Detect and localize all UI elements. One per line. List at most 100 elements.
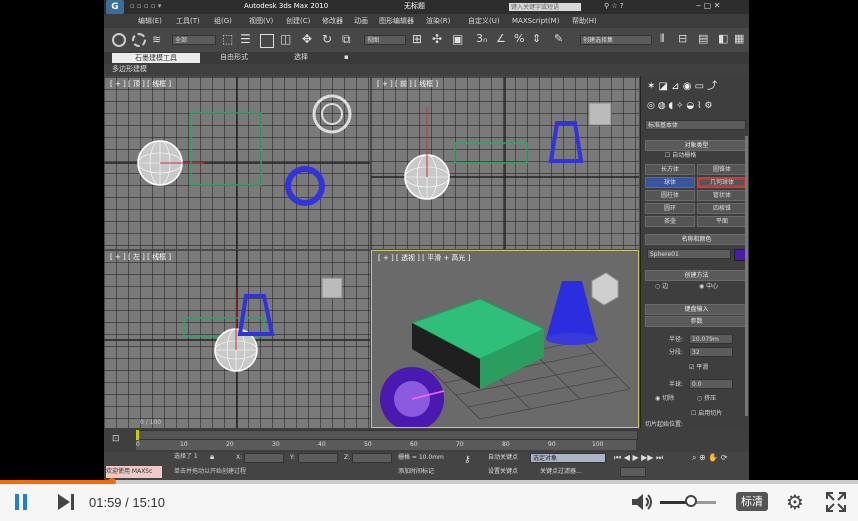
menu-item[interactable]: 修改器 xyxy=(322,18,343,25)
segments-field[interactable]: 32 xyxy=(689,347,733,357)
rect-selection-icon[interactable] xyxy=(260,34,274,48)
y-coordinate-field[interactable] xyxy=(298,453,338,463)
ribbon-sub-label[interactable]: 多边形建模 xyxy=(112,66,147,73)
pause-icon[interactable] xyxy=(14,494,30,510)
keyboard-shortcut-icon[interactable]: ▣ xyxy=(452,33,463,45)
chop-radio[interactable]: ◉ 切除 xyxy=(655,396,674,402)
viewport-perspective[interactable]: [ + ] [ 透视 ] [ 平滑 + 高光 ] xyxy=(371,250,639,428)
quick-access-icons[interactable]: ▫ ▫ ▫ ▫ ▾ xyxy=(130,3,161,10)
render-icon[interactable]: ▦ xyxy=(734,33,744,44)
autogrid-checkbox[interactable]: ☐ 自动栅格 xyxy=(665,153,696,159)
viewport-top[interactable]: [ + ] [ 顶 ] [ 线框 ] xyxy=(104,77,370,249)
menu-item[interactable]: 自定义(U) xyxy=(468,18,500,25)
snap-icon[interactable]: 3ₙ xyxy=(476,33,487,44)
rotate-icon[interactable]: ↻ xyxy=(322,33,332,45)
creation-edge-radio[interactable]: ○ 边 xyxy=(655,284,668,290)
tube-button[interactable]: 管状体 xyxy=(697,190,747,201)
creation-center-radio[interactable]: ◉ 中心 xyxy=(699,284,718,290)
command-panel-tabs[interactable]: ✶ ◪ ⊿ ◉ ▭ ⤴ xyxy=(647,82,717,92)
category-dropdown[interactable]: 标准基本体 xyxy=(645,120,746,130)
maxscript-listener[interactable]: 欢迎使用 MAXSc xyxy=(106,466,162,478)
create-category-icons[interactable]: ◎ ◍ ◖ ✧ ◒ ⌇ ⚙ xyxy=(647,102,712,111)
object-type-header[interactable]: 对象类型 xyxy=(645,140,748,151)
current-frame-field[interactable] xyxy=(620,467,646,477)
hemisphere-field[interactable]: 0.0 xyxy=(689,379,733,389)
time-slider-track[interactable] xyxy=(136,430,638,440)
torus-button[interactable]: 圆环 xyxy=(645,203,695,214)
help-search-input[interactable]: 键入关键字或短语 xyxy=(508,2,582,12)
window-crossing-icon[interactable]: ◫ xyxy=(280,33,291,45)
align-icon[interactable]: ⊟ xyxy=(678,33,687,44)
pyramid-button[interactable]: 四棱锥 xyxy=(697,203,747,214)
render-setup-icon[interactable]: ◧ xyxy=(718,33,728,44)
plane-button[interactable]: 平面 xyxy=(697,216,747,227)
squash-radio[interactable]: ○ 挤压 xyxy=(697,396,716,402)
lock-selection-icon[interactable]: 🔒︎ xyxy=(210,453,214,461)
menu-item[interactable]: 图形编辑器 xyxy=(379,18,414,25)
spinner-snap-icon[interactable]: ⇕ xyxy=(532,33,541,44)
name-color-header[interactable]: 名称和颜色 xyxy=(645,234,748,245)
menu-item[interactable]: 工具(T) xyxy=(176,18,200,25)
mini-curve-editor-icon[interactable]: ⊡ xyxy=(112,435,120,444)
next-icon[interactable] xyxy=(58,494,76,510)
x-coordinate-field[interactable] xyxy=(244,453,284,463)
key-mode-dropdown[interactable]: 选定对象 xyxy=(530,453,606,463)
angle-snap-icon[interactable]: ∠ xyxy=(496,33,506,44)
menu-item[interactable]: 渲染(R) xyxy=(426,18,450,25)
creation-method-header[interactable]: 创建方法 xyxy=(645,270,748,281)
app-logo-icon[interactable]: G xyxy=(106,0,124,14)
link-icon[interactable] xyxy=(112,33,126,47)
scale-icon[interactable]: ⧉ xyxy=(342,33,351,45)
move-icon[interactable]: ✥ xyxy=(302,33,312,45)
percent-snap-icon[interactable]: % xyxy=(514,33,524,44)
menu-item[interactable]: 视图(V) xyxy=(249,18,273,25)
key-icon[interactable]: ⚷ xyxy=(464,456,471,465)
unlink-icon[interactable] xyxy=(132,33,146,47)
auto-key-button[interactable]: 自动关键点 xyxy=(488,455,518,461)
teapot-button[interactable]: 茶壶 xyxy=(645,216,695,227)
mirror-icon[interactable]: ⫴ xyxy=(660,33,665,44)
tab-selection[interactable]: 选择 xyxy=(294,54,308,61)
box-button[interactable]: 长方体 xyxy=(645,164,695,175)
time-slider-thumb[interactable] xyxy=(136,430,139,440)
fullscreen-icon[interactable] xyxy=(826,492,846,516)
menu-item[interactable]: 动画 xyxy=(354,18,368,25)
quality-button[interactable]: 标清 xyxy=(736,492,768,511)
menu-item[interactable]: 创建(C) xyxy=(286,18,310,25)
playback-controls[interactable]: ⏮ ◀ ▶ ▶▶ ⏭ xyxy=(614,454,663,462)
pivot-icon[interactable]: ⊞ xyxy=(412,33,422,45)
reference-coord-dropdown[interactable]: 视图 xyxy=(364,35,406,45)
viewport-nav-controls[interactable]: ⌕ ⊕ ✋ ⟳ xyxy=(692,454,727,462)
add-time-tag[interactable]: 添加时间标记 xyxy=(398,469,434,475)
menu-item[interactable]: 组(G) xyxy=(214,18,232,25)
slice-checkbox[interactable]: ☐ 启用切片 xyxy=(691,411,722,417)
command-panel-scrollbar[interactable] xyxy=(745,136,748,416)
cone-button[interactable]: 圆锥体 xyxy=(697,164,747,175)
ribbon-toggle-icon[interactable]: ▪ xyxy=(344,54,349,61)
selection-filter-dropdown[interactable]: 全部 xyxy=(172,35,216,45)
tab-graphite-modeling[interactable]: 石墨建模工具 xyxy=(112,53,200,63)
geosphere-button[interactable]: 几何球体 xyxy=(697,177,747,188)
cylinder-button[interactable]: 圆柱体 xyxy=(645,190,695,201)
key-filters-button[interactable]: 关键点过滤器... xyxy=(540,469,582,475)
volume-slider-thumb[interactable] xyxy=(684,495,697,507)
menu-item[interactable]: MAXScript(M) xyxy=(512,18,559,25)
select-object-icon[interactable]: ⬚ xyxy=(222,33,233,45)
keyboard-entry-header[interactable]: 键盘输入 xyxy=(645,304,748,315)
edit-named-sets-icon[interactable]: ✎ xyxy=(554,33,563,44)
select-by-name-icon[interactable]: ☰ xyxy=(240,33,251,45)
settings-gear-icon[interactable]: ⚙ xyxy=(786,492,804,512)
volume-icon[interactable] xyxy=(632,493,654,515)
object-name-field[interactable]: Sphere01 xyxy=(647,249,731,259)
menu-item[interactable]: 编辑(E) xyxy=(138,18,162,25)
named-selection-dropdown[interactable]: 创建选择集 xyxy=(580,35,652,45)
z-coordinate-field[interactable] xyxy=(352,453,392,463)
radius-field[interactable]: 10.079m xyxy=(689,334,733,344)
viewport-left[interactable]: [ + ] [ 左 ] [ 线框 ] xyxy=(104,250,370,428)
select-manipulate-icon[interactable]: ✣ xyxy=(432,33,442,45)
menu-item[interactable]: 帮助(H) xyxy=(572,18,597,25)
parameters-header[interactable]: 参数 xyxy=(645,316,748,327)
bind-spacewarp-icon[interactable]: ≋ xyxy=(152,34,161,45)
viewport-front[interactable]: [ + ] [ 前 ] [ 线框 ] xyxy=(371,77,639,249)
timeline-ruler[interactable] xyxy=(136,440,636,450)
